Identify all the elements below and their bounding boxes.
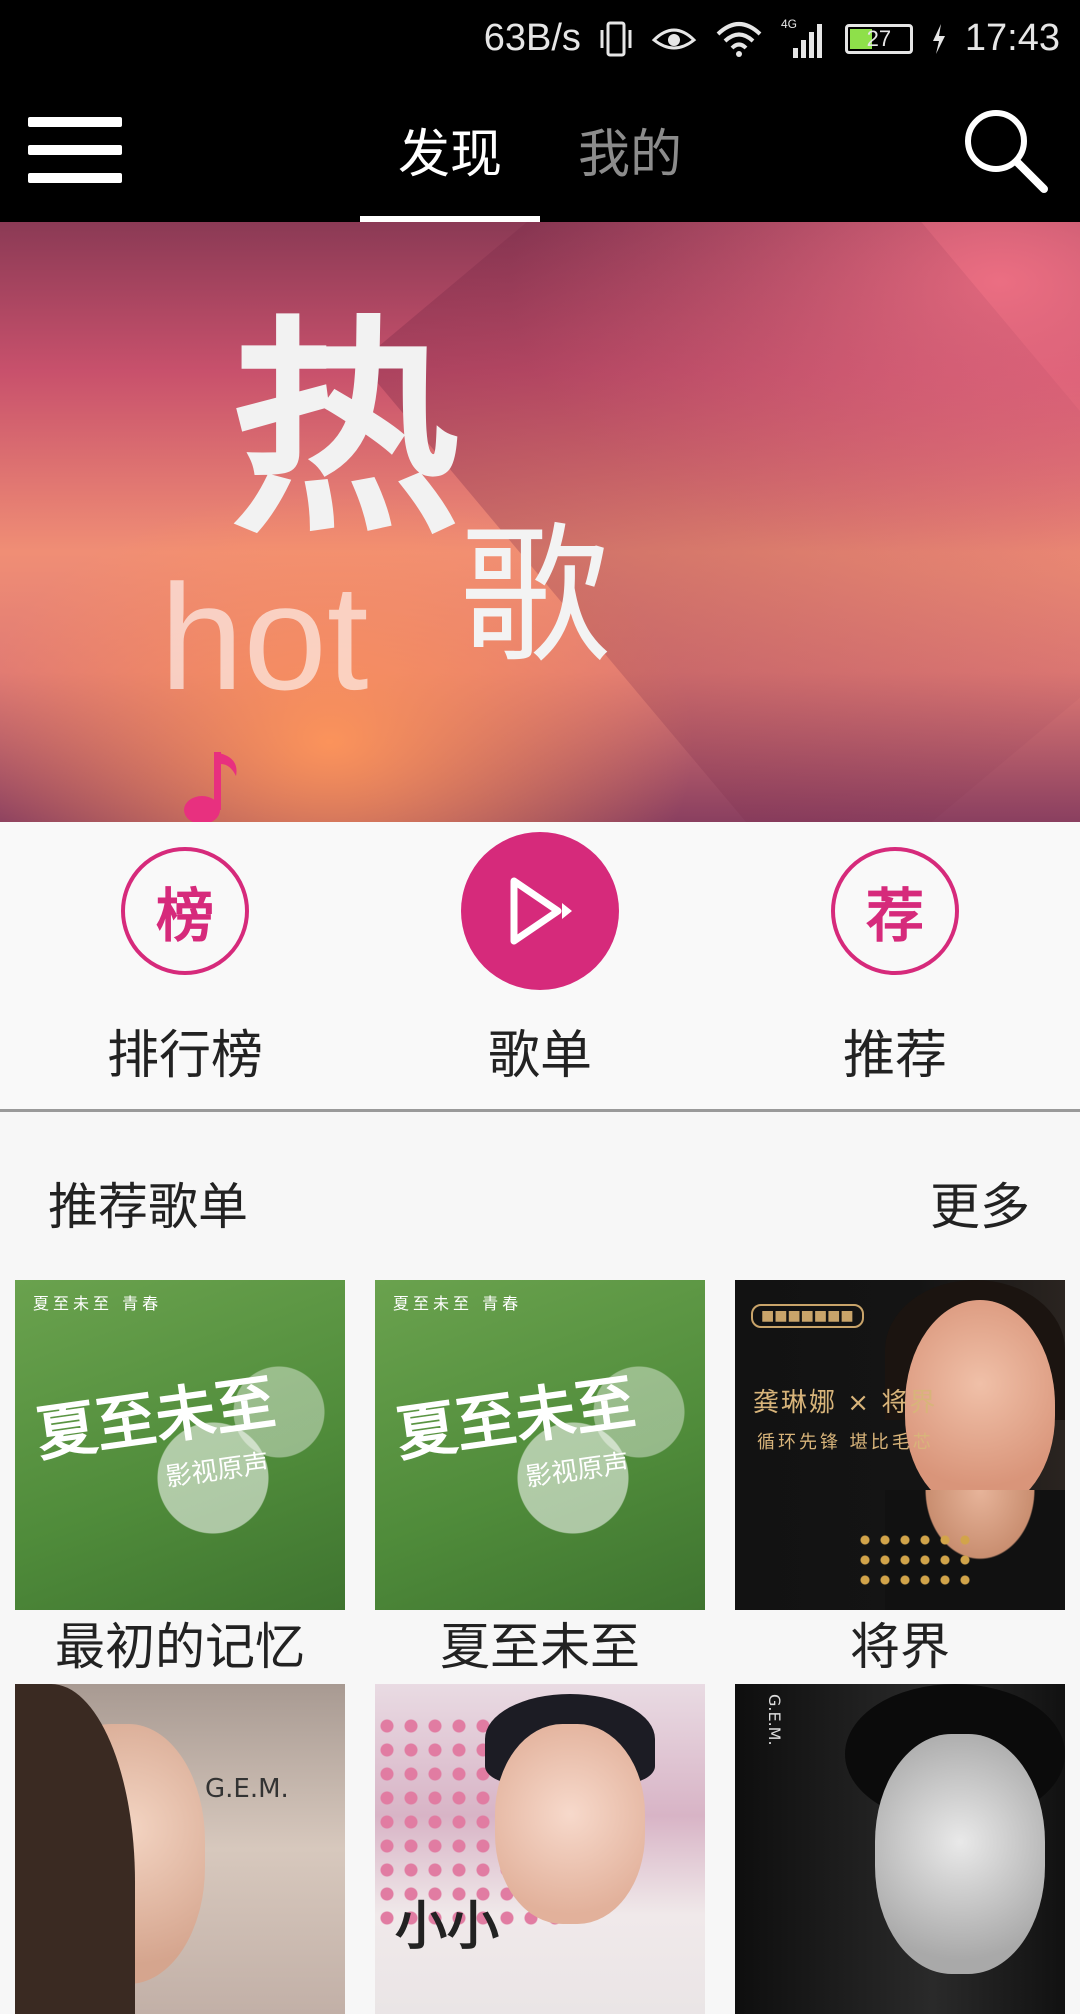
playlist-card[interactable]: G.E.M. <box>15 1684 345 2014</box>
playlist-title: 夏至未至 <box>440 1618 640 1676</box>
battery-level: 27 <box>866 25 892 51</box>
recommend-entry[interactable]: 荐 推荐 <box>765 847 1025 1088</box>
music-note-icon <box>184 752 237 822</box>
playlist-cover: 小小 <box>375 1684 705 2014</box>
battery-icon: 27 <box>844 23 913 54</box>
recommended-playlists-header: 推荐歌单 更多 <box>0 1112 1080 1282</box>
status-bar: 63B/s 4G 27 17:43 <box>0 0 1080 77</box>
vibrate-icon <box>599 20 633 58</box>
net-speed: 63B/s <box>483 17 581 59</box>
playlist-card[interactable]: ■■■■■■■ 龚琳娜 × 将界 循环先锋 堪比毛芯 将界 <box>735 1280 1065 1684</box>
ranking-icon: 榜 <box>121 847 249 975</box>
tab-mine[interactable]: 我的 <box>540 77 720 222</box>
ranking-entry[interactable]: 榜 排行榜 <box>55 847 315 1088</box>
playlist-title: 将界 <box>850 1618 950 1676</box>
signal-icon: 4G <box>781 18 827 60</box>
hot-songs-banner[interactable]: 热 歌 hot <box>0 222 1080 822</box>
ranking-label: 排行榜 <box>106 1026 263 1086</box>
playlist-cover: G.E.M. <box>735 1684 1065 2014</box>
section-title: 推荐歌单 <box>48 1178 248 1236</box>
wifi-icon <box>715 20 763 58</box>
playlist-title: 最初的记忆 <box>55 1618 305 1676</box>
playlist-play-icon <box>461 832 619 990</box>
playlist-cover: 夏至未至 青春 夏至未至 影视原声 <box>375 1280 705 1610</box>
more-link[interactable]: 更多 <box>930 1167 1030 1239</box>
recommend-label: 推荐 <box>842 1026 947 1086</box>
recommend-icon: 荐 <box>831 847 959 975</box>
tab-bar: 发现 我的 <box>360 77 720 222</box>
playlist-cover: G.E.M. <box>15 1684 345 2014</box>
network-type: 4G <box>781 18 797 31</box>
playlist-grid: 夏至未至 青春 夏至未至 影视原声 最初的记忆 夏至未至 青春 夏至未至 影视原… <box>0 1280 1080 2014</box>
playlist-cover: ■■■■■■■ 龚琳娜 × 将界 循环先锋 堪比毛芯 <box>735 1280 1065 1610</box>
playlist-card[interactable]: 夏至未至 青春 夏至未至 影视原声 最初的记忆 <box>15 1280 345 1684</box>
menu-icon[interactable] <box>28 117 122 183</box>
tab-discover[interactable]: 发现 <box>360 77 540 222</box>
playlist-card[interactable]: 夏至未至 青春 夏至未至 影视原声 夏至未至 <box>375 1280 705 1684</box>
playlist-entry[interactable]: 歌单 <box>410 832 670 1088</box>
playlist-cover: 夏至未至 青春 夏至未至 影视原声 <box>15 1280 345 1610</box>
eye-icon <box>651 22 697 56</box>
playlist-card[interactable]: 小小 <box>375 1684 705 2014</box>
banner-title-en: hot <box>160 553 369 721</box>
quick-entries: 榜 排行榜 歌单 荐 推荐 <box>0 822 1080 1112</box>
app-bar: 发现 我的 <box>0 77 1080 222</box>
banner-title-hot: 热 <box>230 298 461 565</box>
charging-icon <box>931 23 947 54</box>
clock: 17:43 <box>964 17 1060 59</box>
playlist-card[interactable]: G.E.M. <box>735 1684 1065 2014</box>
banner-title-song: 歌 <box>460 510 611 684</box>
playlist-label: 歌单 <box>487 1026 592 1086</box>
search-icon[interactable] <box>960 105 1050 195</box>
